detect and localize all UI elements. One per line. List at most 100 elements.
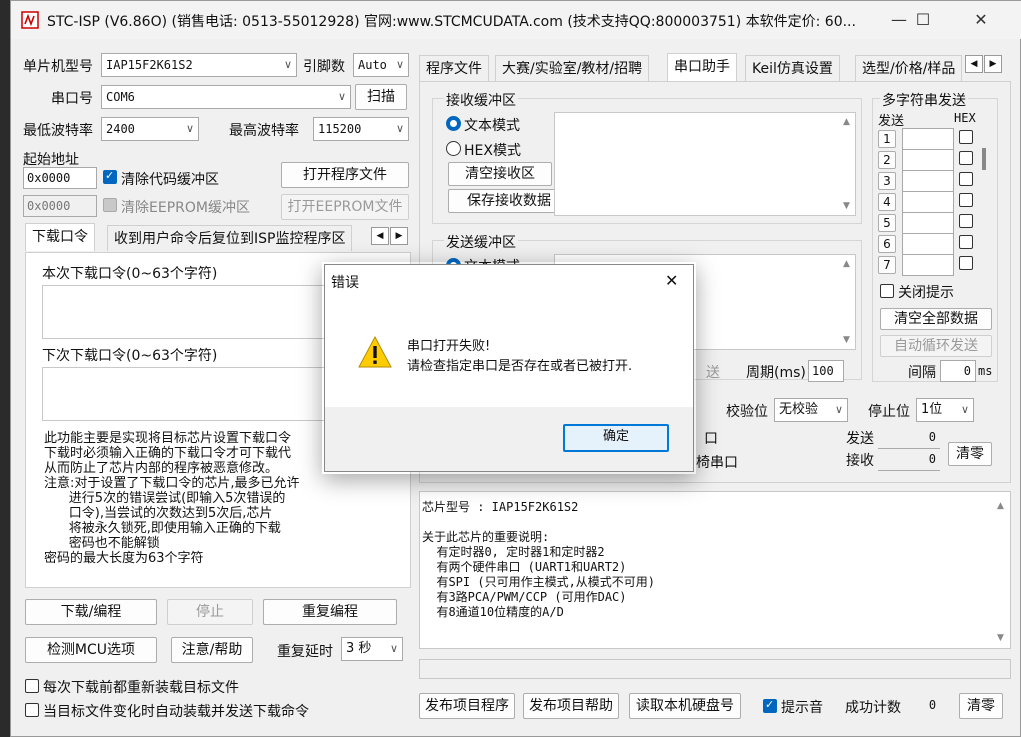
clear-code-checkbox[interactable] bbox=[103, 169, 117, 184]
multi-send-scrollbar[interactable] bbox=[982, 148, 986, 170]
multi-send-3-field[interactable] bbox=[902, 170, 954, 192]
tab-program-file[interactable]: 程序文件 bbox=[419, 55, 489, 81]
start-address-field[interactable]: 0x0000 bbox=[23, 167, 97, 189]
multi-send-5-button[interactable]: 5 bbox=[878, 214, 896, 232]
recv-hex-mode-radio[interactable] bbox=[446, 141, 461, 156]
tab-contest[interactable]: 大赛/实验室/教材/招聘 bbox=[495, 55, 650, 81]
recv-text-mode-radio[interactable] bbox=[446, 116, 461, 131]
background-window-edge bbox=[0, 0, 10, 737]
multi-send-3-button[interactable]: 3 bbox=[878, 172, 896, 190]
stop-button[interactable]: 停止 bbox=[167, 599, 253, 625]
parity-select[interactable]: 无校验 ∨ bbox=[774, 398, 848, 422]
max-baud-select[interactable]: 115200 ∨ bbox=[313, 117, 409, 141]
publish-help-button[interactable]: 发布项目帮助 bbox=[523, 693, 619, 719]
partial-label-2: 椅串口 bbox=[696, 455, 738, 471]
tab-right-arrow-icon[interactable]: ▶ bbox=[390, 227, 408, 245]
detect-mcu-button[interactable]: 检测MCU选项 bbox=[25, 637, 157, 663]
multi-send-7-field[interactable] bbox=[902, 254, 954, 276]
min-baud-select[interactable]: 2400 ∨ bbox=[101, 117, 199, 141]
multi-hex-4-checkbox[interactable] bbox=[959, 193, 973, 207]
tab-serial-assistant[interactable]: 串口助手 bbox=[667, 53, 737, 81]
receive-buffer[interactable]: ▲ ▼ bbox=[554, 112, 856, 216]
tab-reset-to-isp[interactable]: 收到用户命令后复位到ISP监控程序区 bbox=[107, 225, 353, 251]
clear-success-button[interactable]: 清零 bbox=[959, 693, 1003, 719]
port-label: 串口号 bbox=[51, 91, 93, 107]
help-button[interactable]: 注意/帮助 bbox=[171, 637, 253, 663]
period-field[interactable]: 100 bbox=[808, 360, 844, 382]
clear-all-button[interactable]: 清空全部数据 bbox=[880, 308, 992, 330]
clear-counts-button[interactable]: 清零 bbox=[948, 442, 992, 466]
recv-text-mode-label: 文本模式 bbox=[464, 118, 520, 134]
interval-unit: ms bbox=[978, 364, 993, 378]
chip-info-scrollbar[interactable]: ▲ ▼ bbox=[995, 493, 1009, 647]
dialog-close-icon[interactable]: ✕ bbox=[665, 271, 678, 290]
tab-selection-price[interactable]: 选型/价格/样品 bbox=[855, 55, 963, 81]
right-tab-right-arrow-icon[interactable]: ▶ bbox=[984, 55, 1002, 73]
multi-hex-7-checkbox[interactable] bbox=[959, 256, 973, 270]
start-address-label: 起始地址 bbox=[23, 152, 79, 168]
multi-hex-3-checkbox[interactable] bbox=[959, 172, 973, 186]
download-program-button[interactable]: 下载/编程 bbox=[25, 599, 157, 625]
close-hint-checkbox[interactable] bbox=[880, 284, 894, 298]
read-disk-button[interactable]: 读取本机硬盘号 bbox=[629, 693, 741, 719]
clear-eeprom-checkbox[interactable] bbox=[103, 198, 117, 212]
reload-checkbox[interactable] bbox=[25, 679, 39, 693]
interval-field[interactable]: 0 bbox=[940, 360, 976, 382]
tab-left-arrow-icon[interactable]: ◀ bbox=[371, 227, 389, 245]
dialog-title-bar: 错误 ✕ bbox=[325, 265, 693, 299]
multi-hex-1-checkbox[interactable] bbox=[959, 130, 973, 144]
beep-checkbox[interactable] bbox=[763, 698, 777, 713]
multi-send-5-field[interactable] bbox=[902, 212, 954, 234]
next-password-field[interactable] bbox=[42, 367, 342, 421]
success-label: 成功计数 bbox=[845, 700, 901, 716]
repeat-delay-select[interactable]: 3 秒 ∨ bbox=[341, 637, 403, 661]
multi-send-6-button[interactable]: 6 bbox=[878, 235, 896, 253]
save-receive-button[interactable]: 保存接收数据 bbox=[448, 189, 570, 213]
scan-button[interactable]: 扫描 bbox=[355, 84, 407, 110]
reprogram-button[interactable]: 重复编程 bbox=[263, 599, 397, 625]
port-select[interactable]: COM6 ∨ bbox=[101, 85, 351, 109]
auto-loop-button[interactable]: 自动循环发送 bbox=[880, 335, 992, 357]
maximize-button[interactable]: ☐ bbox=[903, 7, 943, 33]
left-tabs: 下载口令 收到用户命令后复位到ISP监控程序区 bbox=[25, 223, 411, 253]
receive-scrollbar[interactable]: ▲ ▼ bbox=[841, 113, 855, 215]
mcu-value: IAP15F2K61S2 bbox=[106, 58, 193, 72]
title-bar: STC-ISP (V6.86O) (销售电话: 0513-55012928) 官… bbox=[11, 1, 1021, 39]
mcu-select[interactable]: IAP15F2K61S2 ∨ bbox=[101, 53, 297, 77]
interval-label: 间隔 bbox=[908, 365, 936, 381]
stop-bits-select[interactable]: 1位 ∨ bbox=[916, 398, 974, 422]
close-button[interactable]: ✕ bbox=[961, 7, 1001, 33]
repeat-delay-label: 重复延时 bbox=[277, 644, 333, 660]
multi-hex-5-checkbox[interactable] bbox=[959, 214, 973, 228]
parity-label: 校验位 bbox=[726, 404, 768, 420]
multi-hex-header: HEX bbox=[954, 111, 976, 125]
publish-program-button[interactable]: 发布项目程序 bbox=[419, 693, 515, 719]
min-baud-label: 最低波特率 bbox=[23, 123, 93, 139]
send-button-partial[interactable]: 送 bbox=[706, 362, 720, 382]
tab-keil-settings[interactable]: Keil仿真设置 bbox=[745, 55, 840, 81]
multi-send-2-field[interactable] bbox=[902, 149, 954, 171]
auto-reload-label: 当目标文件变化时自动装载并发送下载命令 bbox=[43, 704, 309, 720]
open-program-button[interactable]: 打开程序文件 bbox=[281, 162, 409, 188]
multi-send-4-button[interactable]: 4 bbox=[878, 193, 896, 211]
multi-send-7-button[interactable]: 7 bbox=[878, 256, 896, 274]
recv-count-label: 接收 bbox=[846, 453, 874, 469]
multi-send-4-field[interactable] bbox=[902, 191, 954, 213]
multi-send-6-field[interactable] bbox=[902, 233, 954, 255]
clear-receive-button[interactable]: 清空接收区 bbox=[448, 162, 552, 186]
multi-send-1-field[interactable] bbox=[902, 128, 954, 150]
chip-info-text: 芯片型号 : IAP15F2K61S2 关于此芯片的重要说明: 有定时器0, 定… bbox=[422, 500, 656, 619]
multi-send-1-button[interactable]: 1 bbox=[878, 130, 896, 148]
pins-select[interactable]: Auto ∨ bbox=[353, 53, 409, 77]
multi-send-2-button[interactable]: 2 bbox=[878, 151, 896, 169]
eeprom-address-field[interactable]: 0x0000 bbox=[23, 195, 97, 217]
auto-reload-checkbox[interactable] bbox=[25, 703, 39, 717]
ok-button[interactable]: 确定 bbox=[563, 424, 669, 452]
current-password-field[interactable] bbox=[42, 285, 342, 339]
multi-hex-6-checkbox[interactable] bbox=[959, 235, 973, 249]
open-eeprom-button[interactable]: 打开EEPROM文件 bbox=[281, 194, 409, 220]
send-scrollbar[interactable]: ▲ ▼ bbox=[841, 255, 855, 349]
right-tab-left-arrow-icon[interactable]: ◀ bbox=[965, 55, 983, 73]
multi-hex-2-checkbox[interactable] bbox=[959, 151, 973, 165]
tab-download-password[interactable]: 下载口令 bbox=[25, 223, 95, 251]
